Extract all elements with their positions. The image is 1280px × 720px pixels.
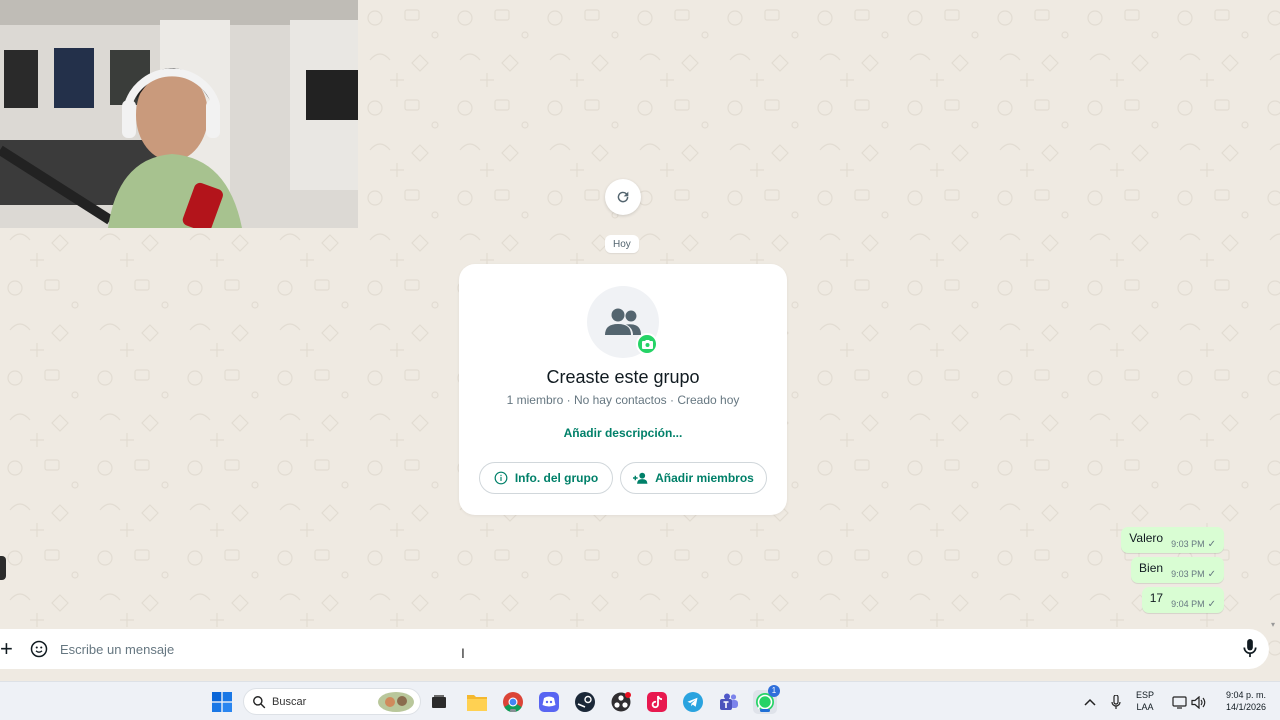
message-time: 9:03 PM [1171, 539, 1205, 549]
message-bubble[interactable]: Valero 9:03 PM ✓ [1121, 527, 1224, 553]
clock-date: 14/1/2026 [1225, 702, 1266, 712]
telegram-icon [683, 692, 703, 712]
add-description-link[interactable]: Añadir descripción... [459, 426, 787, 440]
teams-button[interactable] [717, 690, 741, 714]
add-person-icon [633, 472, 648, 484]
tiktok-icon [647, 692, 667, 712]
voice-message-button[interactable] [1243, 639, 1257, 663]
folder-icon [467, 695, 487, 711]
clock-time: 9:04 p. m. [1225, 690, 1266, 700]
keyboard-layout: LAA [1136, 702, 1154, 712]
task-view-button[interactable] [427, 690, 451, 714]
camera-icon [641, 339, 653, 349]
obs-icon [611, 692, 631, 712]
plus-icon[interactable]: + [0, 638, 14, 660]
speaker-icon [1190, 695, 1205, 709]
taskbar-search[interactable]: Buscar [243, 688, 421, 715]
search-icon [253, 696, 266, 709]
search-highlight-icon [378, 692, 414, 712]
message-composer: + [0, 629, 1269, 669]
sticker-icon [30, 640, 48, 658]
scroll-down-arrow[interactable]: ▾ [1271, 620, 1275, 629]
group-card-title: Creaste este grupo [546, 367, 700, 387]
text-cursor-icon: I [461, 645, 465, 661]
check-icon: ✓ [1207, 568, 1216, 580]
windows-logo-icon [212, 692, 232, 712]
mic-icon [1243, 639, 1257, 658]
language-code: ESP [1136, 690, 1155, 700]
telegram-button[interactable] [681, 690, 705, 714]
input-language-indicator[interactable]: ESP LAA [1136, 689, 1154, 713]
network-button[interactable] [1170, 690, 1188, 714]
change-photo-button[interactable] [636, 333, 658, 355]
mic-tray-button[interactable] [1106, 690, 1126, 714]
message-bubble[interactable]: Bien 9:03 PM ✓ [1131, 557, 1224, 583]
discord-icon [539, 692, 559, 712]
webcam-overlay [0, 0, 358, 228]
running-indicator [510, 709, 516, 712]
message-text: Valero [1129, 531, 1164, 545]
message-bubble[interactable]: 17 9:04 PM ✓ [1141, 587, 1224, 613]
refresh-icon [617, 191, 629, 203]
system-clock[interactable]: 9:04 p. m. 14/1/2026 [1216, 689, 1266, 713]
teams-icon [720, 693, 738, 710]
message-input[interactable] [60, 637, 1220, 661]
message-meta: 9:04 PM ✓ [1171, 599, 1216, 610]
group-info-label: Info. del grupo [514, 471, 599, 485]
group-icon [605, 308, 641, 335]
whatsapp-button[interactable]: 1 [753, 685, 780, 714]
sticker-button[interactable] [30, 640, 48, 663]
start-button[interactable] [210, 690, 234, 714]
tray-expand-button[interactable] [1080, 690, 1100, 714]
steam-icon [575, 692, 595, 712]
windows-taskbar: Buscar 1 ESP LAA 9:04 p. m. 14/1/2026 [0, 681, 1280, 720]
add-members-button[interactable]: Añadir miembros [620, 462, 767, 494]
task-view-icon [432, 695, 446, 708]
message-time: 9:04 PM [1171, 599, 1205, 609]
message-text: 17 [1149, 591, 1164, 605]
active-indicator [760, 709, 770, 712]
side-panel-handle[interactable] [0, 556, 6, 580]
message-text: Bien [1139, 561, 1164, 575]
steam-button[interactable] [573, 690, 597, 714]
message-time: 9:03 PM [1171, 569, 1205, 579]
webcam-picture [0, 0, 358, 228]
refresh-button[interactable] [605, 179, 641, 215]
whatsapp-unread-badge: 1 [768, 685, 780, 697]
message-meta: 9:03 PM ✓ [1171, 569, 1216, 580]
group-info-button[interactable]: Info. del grupo [479, 462, 613, 494]
check-icon: ✓ [1207, 598, 1216, 610]
chevron-up-icon [1084, 698, 1096, 706]
info-icon [494, 471, 508, 485]
search-label: Buscar [272, 695, 307, 708]
file-explorer-button[interactable] [465, 690, 489, 714]
check-icon: ✓ [1207, 538, 1216, 550]
date-chip: Hoy [605, 235, 639, 253]
group-created-card: Creaste este grupo 1 miembro · No hay co… [459, 264, 787, 515]
capcut-button[interactable] [645, 690, 669, 714]
chrome-button[interactable] [501, 690, 525, 714]
microphone-icon [1111, 694, 1121, 709]
discord-button[interactable] [537, 690, 561, 714]
obs-button[interactable] [609, 690, 633, 714]
volume-button[interactable] [1189, 690, 1207, 714]
add-members-label: Añadir miembros [655, 471, 754, 485]
group-card-subtitle: 1 miembro · No hay contactos · Creado ho… [506, 393, 740, 407]
network-icon [1171, 695, 1187, 709]
message-meta: 9:03 PM ✓ [1171, 539, 1216, 550]
